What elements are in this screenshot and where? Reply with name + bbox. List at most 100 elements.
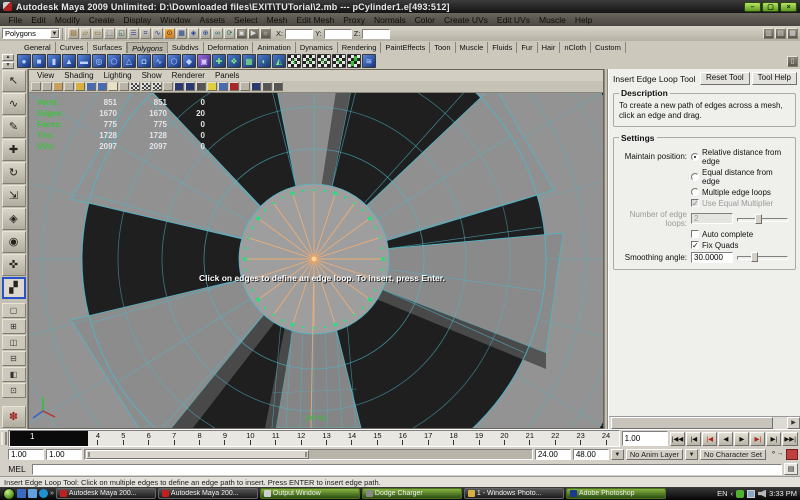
radio-equal-distance[interactable] (691, 173, 699, 181)
viewport-toolbar-icon[interactable] (31, 82, 41, 91)
shelf-tab[interactable]: Muscle (456, 42, 489, 53)
status-icon[interactable]: ◈ (188, 28, 199, 39)
menu-item[interactable]: Muscle (534, 15, 570, 25)
menu-item[interactable]: Edit UVs (492, 15, 534, 25)
shelf-tool-icon[interactable]: ▲ (62, 54, 76, 68)
toolbox-tool[interactable]: ✚ (2, 139, 26, 161)
title-bar[interactable]: Autodesk Maya 2009 Unlimited: D:\Downloa… (0, 0, 800, 13)
fix-quads-checkbox[interactable] (691, 241, 699, 249)
anim-layer-dropdown[interactable]: No Anim Layer (626, 449, 683, 460)
menu-item[interactable]: Proxy (339, 15, 370, 25)
tray-chevron-icon[interactable]: ‹ (731, 489, 734, 498)
menu-item[interactable]: Edit Mesh (292, 15, 339, 25)
shelf-tab[interactable]: Surfaces (88, 42, 127, 53)
anim-end-input[interactable] (573, 449, 609, 460)
status-icon[interactable]: ☼ (260, 28, 271, 39)
shelf-tool-icon[interactable]: ▦ (242, 54, 256, 68)
toolbox-tool[interactable]: ⇲ (2, 185, 26, 207)
anim-start-input[interactable] (8, 449, 44, 460)
playback-button[interactable]: ▶▶| (782, 432, 798, 446)
status-icon[interactable]: ▭ (92, 28, 103, 39)
frame-cell[interactable]: 6 (136, 431, 161, 446)
viewport-toolbar-icon[interactable] (273, 82, 283, 91)
shelf-tool-icon[interactable]: ▬ (77, 54, 91, 68)
smoothing-angle-slider[interactable] (737, 252, 788, 262)
shelf-tool-icon[interactable]: ∿ (152, 54, 166, 68)
shelf-tab[interactable]: PaintEffects (381, 42, 430, 53)
smoothing-angle-input[interactable] (691, 252, 733, 263)
status-icon[interactable]: ∿ (152, 28, 163, 39)
shelf-tab[interactable]: Curves (56, 42, 89, 53)
viewport-toolbar-icon[interactable] (174, 82, 184, 91)
shelf-tool-icon[interactable]: ▞ (347, 54, 361, 68)
shelf-tool-icon[interactable]: ▮ (47, 54, 61, 68)
shelf-tab[interactable]: Rendering (338, 42, 382, 53)
frame-cell[interactable]: 16 (390, 431, 415, 446)
layout-button[interactable]: ⊡ (2, 383, 26, 398)
status-icon[interactable]: ⌗ (140, 28, 151, 39)
chevron-down-icon[interactable]: ▼ (685, 449, 698, 460)
toolbox-tool[interactable]: ↻ (2, 162, 26, 184)
menu-item[interactable]: Normals (370, 15, 411, 25)
layout-button[interactable]: ⊞ (2, 319, 26, 334)
quick-launch-icon[interactable] (17, 489, 26, 498)
frame-cell[interactable]: 7 (161, 431, 186, 446)
shelf-tab[interactable]: Fur (517, 42, 537, 53)
viewport-toolbar-icon[interactable] (240, 82, 250, 91)
layout-button[interactable]: ▢ (2, 303, 26, 318)
status-icon[interactable]: ⟳ (224, 28, 235, 39)
menu-item[interactable]: Mesh (262, 15, 292, 25)
frame-cell[interactable]: 20 (492, 431, 517, 446)
viewport-toolbar-icon[interactable] (119, 82, 129, 91)
shelf-tool-icon[interactable]: ⬠ (107, 54, 121, 68)
quick-launch-icon[interactable] (28, 489, 37, 498)
playback-button[interactable]: |◀◀ (670, 432, 686, 446)
viewport-menu-item[interactable]: Renderer (168, 71, 209, 80)
status-icon[interactable]: ▶ (248, 28, 259, 39)
3d-canvas[interactable]: Verts:8518510Edges:1670167020Faces:77577… (29, 93, 603, 428)
menu-item[interactable]: Create (84, 15, 119, 25)
menu-item[interactable]: Display (119, 15, 156, 25)
viewport-toolbar-icon[interactable] (53, 82, 63, 91)
playback-button[interactable]: |◀ (702, 432, 717, 446)
shelf-tool-icon[interactable]: △ (122, 54, 136, 68)
toolbox-tool[interactable]: ↖ (2, 70, 26, 92)
shelf-tool-icon[interactable]: ● (17, 54, 31, 68)
shelf-tool-icon[interactable]: ▣ (197, 54, 211, 68)
status-icon[interactable]: ▤ (68, 28, 79, 39)
frame-cell[interactable]: 17 (416, 431, 441, 446)
tool-help-button[interactable]: Tool Help (752, 72, 797, 85)
layout-button[interactable]: ⊟ (2, 351, 26, 366)
viewport-toolbar-icon[interactable] (262, 82, 272, 91)
toolbox-tool[interactable]: ✎ (2, 116, 26, 138)
panel-toggle-icon[interactable]: ▤ (775, 28, 786, 39)
shelf-tool-icon[interactable]: ↯ (287, 54, 301, 68)
shelf-tab[interactable]: nCloth (560, 42, 591, 53)
close-button[interactable]: × (780, 2, 797, 12)
shelf-tool-icon[interactable]: ◎ (92, 54, 106, 68)
playback-start-input[interactable] (46, 449, 82, 460)
viewport-toolbar-icon[interactable] (108, 82, 118, 91)
shelf-tab[interactable]: Dynamics (296, 42, 338, 53)
frame-cell[interactable]: 8 (187, 431, 212, 446)
viewport-menu-item[interactable]: Show (138, 71, 166, 80)
auto-key-icon[interactable]: ⚬→ (768, 449, 786, 460)
status-icon[interactable]: ⊙ (164, 28, 175, 39)
mel-label[interactable]: MEL (2, 464, 32, 474)
frame-cell[interactable]: 22 (543, 431, 568, 446)
status-separator[interactable] (62, 28, 66, 40)
viewport-toolbar-icon[interactable] (97, 82, 107, 91)
taskbar-button[interactable]: 1 - Windows Photo... (464, 488, 564, 499)
menu-item[interactable]: Assets (195, 15, 230, 25)
minimize-button[interactable]: – (744, 2, 761, 12)
viewport-toolbar-icon[interactable] (207, 82, 217, 91)
hscroll-thumb[interactable] (611, 417, 773, 429)
status-icon[interactable]: ☰ (128, 28, 139, 39)
viewport-toolbar-icon[interactable] (86, 82, 96, 91)
viewport-toolbar-icon[interactable] (75, 82, 85, 91)
frame-cell[interactable]: 10 (238, 431, 263, 446)
shelf-tab[interactable]: Custom (591, 42, 626, 53)
viewport-toolbar-icon[interactable] (152, 82, 162, 91)
frame-cell[interactable]: 11 (263, 431, 288, 446)
frames-strip[interactable]: 1 2 3 4 (8, 430, 620, 447)
